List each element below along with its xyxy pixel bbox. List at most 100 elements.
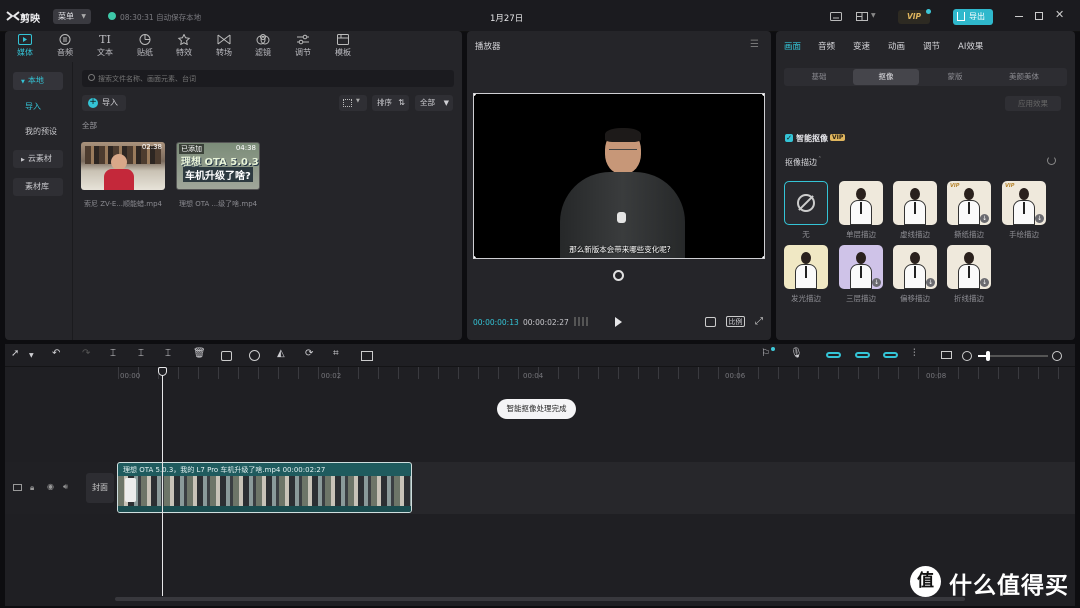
apply-effect-button[interactable]: 应用效果 <box>1005 96 1061 111</box>
playhead-handle[interactable] <box>158 367 167 376</box>
download-icon[interactable]: ↓ <box>926 278 935 287</box>
sidebar-item-library[interactable]: 素材库 <box>13 178 63 196</box>
ai-tool-icon[interactable]: ⚐ <box>761 348 770 359</box>
track-video-icon[interactable] <box>13 484 22 491</box>
menu-button[interactable]: 菜单 ▼ <box>53 9 91 24</box>
tab-ai-effects[interactable]: AI效果 <box>958 40 983 52</box>
snap-toggle-icon[interactable] <box>855 352 870 358</box>
tab-adjust-props[interactable]: 调节 <box>923 40 940 52</box>
download-icon[interactable]: ↓ <box>872 278 881 287</box>
redo-icon[interactable]: ↷ <box>82 348 90 359</box>
search-box[interactable] <box>82 70 454 87</box>
collapse-caret-icon[interactable]: ˆ <box>818 156 822 164</box>
trim-left-icon[interactable]: ⌶ <box>138 348 144 359</box>
layout-icon[interactable] <box>856 12 868 21</box>
trim-right-icon[interactable]: ⌶ <box>165 348 171 359</box>
stroke-triple-card[interactable]: ↓ <box>839 245 883 289</box>
tab-animation[interactable]: 动画 <box>888 40 905 52</box>
layout-chevron-icon[interactable]: ▼ <box>871 12 876 19</box>
delete-icon[interactable]: 🗑︎ <box>193 348 206 359</box>
sub-tab-cutout[interactable]: 抠像 <box>853 69 919 85</box>
ratio-button[interactable]: 比例 <box>726 316 745 327</box>
view-toggle-button[interactable]: ▼ <box>339 95 367 111</box>
stroke-dashed-card[interactable] <box>893 181 937 225</box>
split-view-icon[interactable]: ⫶ <box>913 348 916 359</box>
resize-handle[interactable] <box>474 256 476 258</box>
zoom-slider[interactable] <box>978 351 1048 361</box>
sidebar-item-cloud[interactable]: ▶ 云素材 <box>13 150 63 168</box>
eye-icon[interactable]: ◉ <box>47 482 54 491</box>
link-toggle-icon[interactable] <box>826 352 841 358</box>
sidebar-item-presets[interactable]: 我的预设 <box>13 123 69 141</box>
tab-speed[interactable]: 变速 <box>853 40 870 52</box>
close-icon[interactable]: ✕ <box>1055 8 1064 21</box>
speaker-icon[interactable]: 🔊︎ <box>63 482 68 492</box>
reset-icon[interactable] <box>1047 156 1056 165</box>
minimize-icon[interactable] <box>1015 16 1023 17</box>
media-thumbnail-2[interactable]: 已添加 04:38 理想 OTA 5.0.3 车机升级了啥? <box>176 142 260 190</box>
sidebar-item-import[interactable]: 导入 <box>13 98 63 116</box>
chevron-down-icon[interactable]: ▼ <box>29 352 34 359</box>
play-icon[interactable] <box>615 317 622 327</box>
stroke-handdrawn-card[interactable]: ↓ VIP <box>1002 181 1046 225</box>
split-icon[interactable]: ⌶ <box>110 348 116 359</box>
sub-tab-basic[interactable]: 基础 <box>786 69 852 85</box>
download-icon[interactable]: ↓ <box>980 278 989 287</box>
player-menu-icon[interactable]: ☰ <box>750 39 759 50</box>
frame-grid-icon[interactable] <box>574 317 588 326</box>
download-icon[interactable]: ↓ <box>980 214 989 223</box>
preview-axis-icon[interactable] <box>941 351 952 359</box>
fullscreen-icon[interactable]: ⤢ <box>755 316 763 327</box>
tab-template[interactable]: 模板 <box>323 34 363 58</box>
tab-media[interactable]: 媒体 <box>5 34 45 58</box>
download-icon[interactable]: ↓ <box>1035 214 1044 223</box>
lock-icon[interactable]: 🔒︎ <box>30 483 34 493</box>
crop-icon[interactable]: ⌗ <box>333 348 339 359</box>
freeze-frame-icon[interactable] <box>221 351 232 361</box>
smart-cutout-checkbox[interactable]: ✓ <box>785 134 793 142</box>
playhead-line[interactable] <box>162 370 163 596</box>
resize-handle[interactable] <box>762 94 764 96</box>
auto-align-icon[interactable] <box>883 352 898 358</box>
media-thumbnail-1[interactable]: 02:38 <box>81 142 165 190</box>
search-input[interactable] <box>98 72 438 85</box>
screenshot-icon[interactable] <box>705 317 716 327</box>
clip-handle[interactable] <box>125 478 136 502</box>
zoom-slider-thumb[interactable] <box>986 351 990 361</box>
rotate-icon[interactable]: ⟳ <box>305 348 313 359</box>
keyboard-icon[interactable] <box>830 12 842 21</box>
stroke-torn-card[interactable]: ↓ VIP <box>947 181 991 225</box>
resize-handle[interactable] <box>762 256 764 258</box>
horizontal-scrollbar[interactable] <box>115 597 965 601</box>
zoom-in-icon[interactable] <box>1052 351 1062 361</box>
sidebar-item-local[interactable]: ▼ 本地 <box>13 72 63 90</box>
video-preview[interactable]: 那么新版本会带来哪些变化呢? <box>473 93 765 259</box>
maximize-icon[interactable] <box>1035 12 1043 20</box>
tab-filter[interactable]: 滤镜 <box>243 34 283 58</box>
tab-effects[interactable]: 特效 <box>164 34 204 58</box>
sub-tab-beauty[interactable]: 美颜美体 <box>991 69 1057 85</box>
sub-tab-mask[interactable]: 蒙版 <box>922 69 988 85</box>
import-button[interactable]: + 导入 <box>82 95 126 111</box>
cover-button[interactable]: 封面 <box>86 473 114 503</box>
zoom-out-icon[interactable] <box>962 351 972 361</box>
tab-picture[interactable]: 画面 <box>784 40 801 52</box>
image-edit-icon[interactable] <box>361 351 373 361</box>
mirror-icon[interactable]: ◭ <box>277 348 285 359</box>
tab-audio[interactable]: 音频 <box>45 34 85 58</box>
resize-handle[interactable] <box>474 94 476 96</box>
export-button[interactable]: 导出 <box>953 9 993 25</box>
undo-icon[interactable]: ↶ <box>52 348 60 359</box>
tab-transition[interactable]: 转场 <box>204 34 244 58</box>
rotate-handle-icon[interactable] <box>613 270 624 281</box>
microphone-icon[interactable]: 🎙︎ <box>790 348 803 359</box>
stroke-offset-card[interactable]: ↓ <box>893 245 937 289</box>
tab-adjust[interactable]: 调节 <box>283 34 323 58</box>
stroke-none-card[interactable] <box>784 181 828 225</box>
tab-audio-props[interactable]: 音频 <box>818 40 835 52</box>
sort-button[interactable]: 排序 ⇅ <box>372 95 409 111</box>
play-circle-icon[interactable] <box>249 350 260 361</box>
tab-text[interactable]: TI 文本 <box>85 34 125 58</box>
filter-all-button[interactable]: 全部 ▼ <box>415 95 453 111</box>
select-cursor-icon[interactable]: ➚ <box>11 348 19 359</box>
